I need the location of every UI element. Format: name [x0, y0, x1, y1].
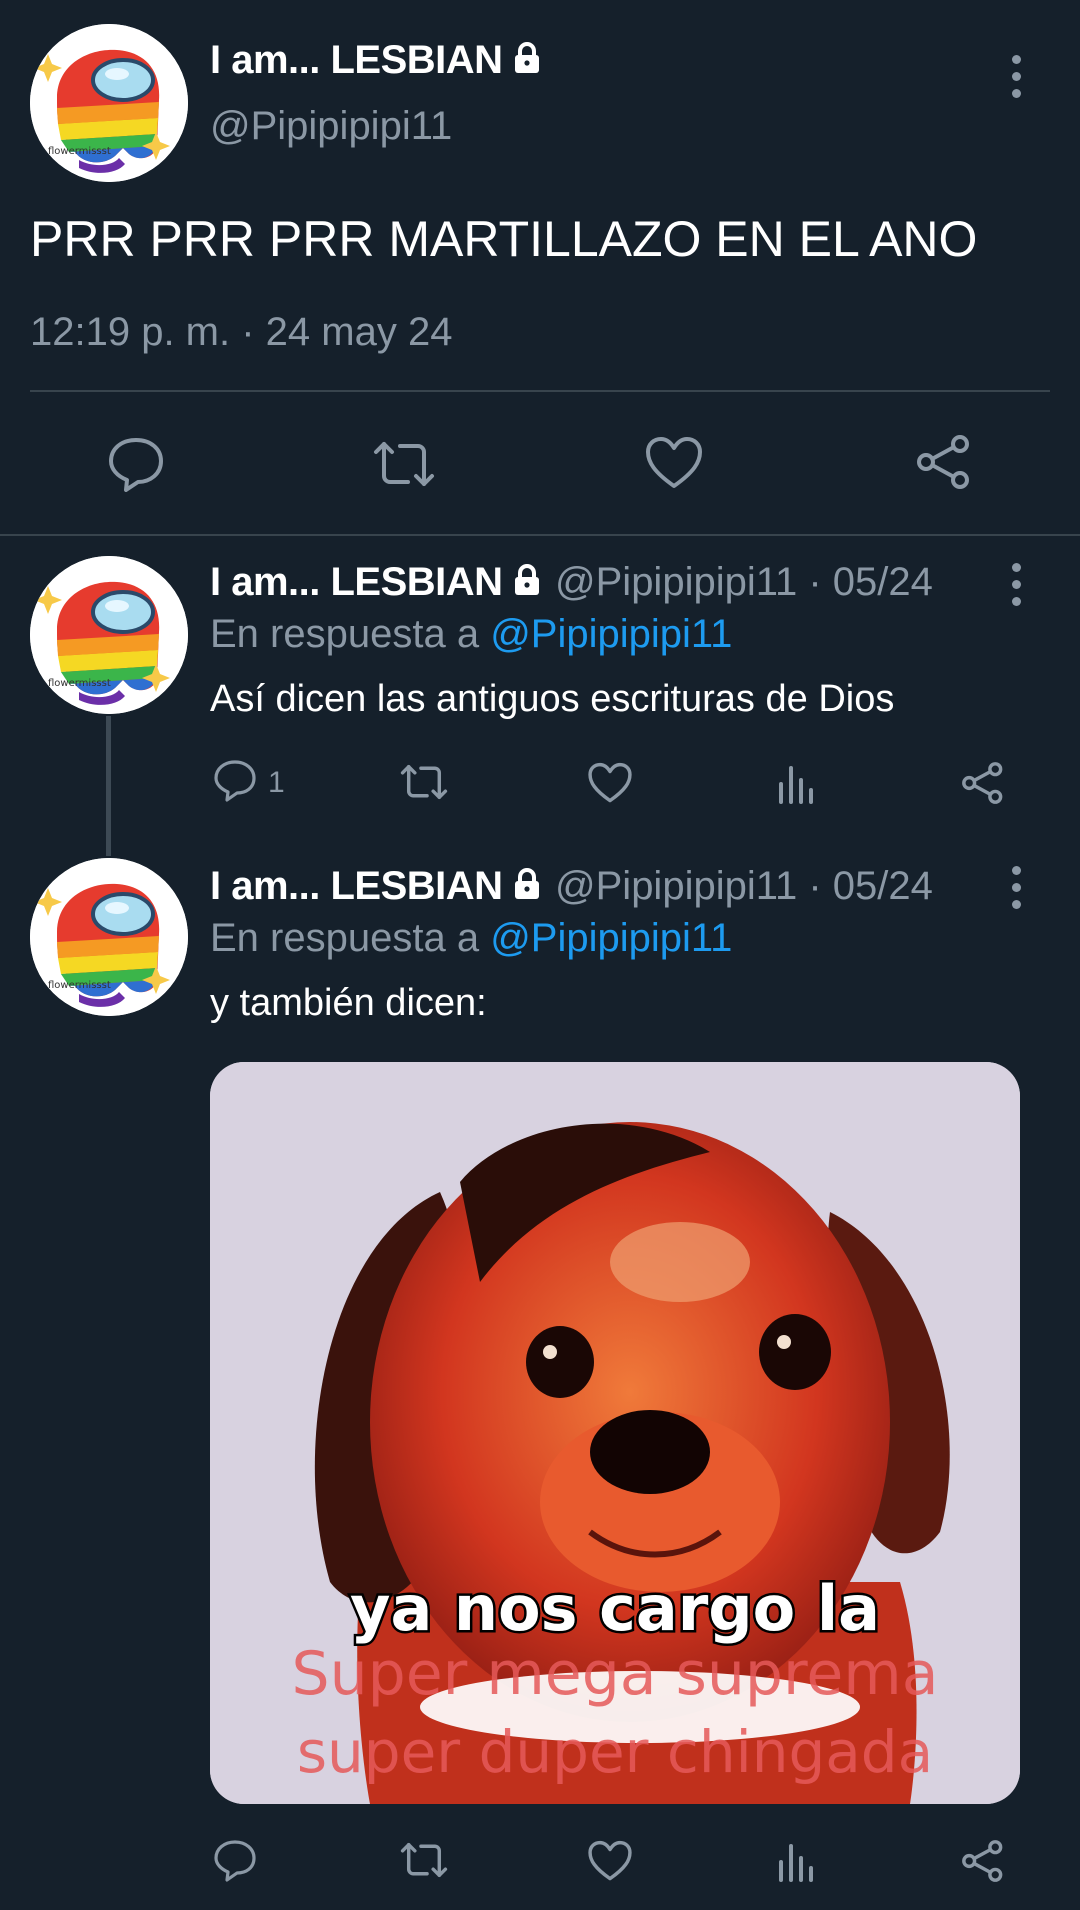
tweet-text: PRR PRR PRR MARTILLAZO EN EL ANO	[30, 211, 978, 267]
views-icon[interactable]	[777, 762, 815, 804]
avatar-caption: flowermissst	[48, 980, 111, 991]
share-icon[interactable]	[914, 432, 974, 492]
divider	[30, 390, 1050, 392]
reply-icon[interactable]	[106, 434, 166, 492]
reply-icon[interactable]	[213, 1838, 257, 1882]
handle-date[interactable]: @Pipipipipi11 · 05/24	[555, 864, 933, 908]
display-name[interactable]: I am... LESBIAN	[210, 560, 503, 604]
reply-to-link[interactable]: @Pipipipipi11	[490, 612, 732, 656]
meme-text-line1: ya nos cargo la	[350, 1572, 880, 1645]
avatar-caption: flowermissst	[48, 678, 111, 689]
lock-icon	[511, 40, 543, 85]
display-name[interactable]: I am... LESBIAN	[210, 864, 503, 908]
reply-header[interactable]: I am... LESBIAN @Pipipipipi11 · 05/24	[210, 560, 933, 605]
meme-text-line2: Super mega suprema	[292, 1639, 939, 1709]
share-icon[interactable]	[960, 760, 1006, 806]
handle-date[interactable]: @Pipipipipi11 · 05/24	[555, 560, 933, 604]
retweet-icon[interactable]	[398, 762, 450, 802]
more-options-icon[interactable]	[1007, 866, 1027, 910]
reply-context: En respuesta a @Pipipipipi11	[210, 916, 732, 961]
heart-icon[interactable]	[587, 1840, 633, 1882]
reply-icon[interactable]	[213, 758, 257, 802]
reply-prefix: En respuesta a	[210, 612, 480, 656]
reply-to-link[interactable]: @Pipipipipi11	[490, 916, 732, 960]
views-icon[interactable]	[777, 1840, 815, 1882]
handle[interactable]: @Pipipipipi11	[210, 104, 452, 149]
lock-icon	[511, 563, 543, 602]
timestamp[interactable]: 12:19 p. m. · 24 may 24	[30, 310, 452, 355]
reply-prefix: En respuesta a	[210, 916, 480, 960]
avatar-caption: flowermissst	[48, 146, 111, 157]
reply-count: 1	[268, 766, 285, 799]
tweet-text: y también dicen:	[210, 982, 487, 1024]
reply-header[interactable]: I am... LESBIAN @Pipipipipi11 · 05/24	[210, 864, 933, 909]
meme-text-line3: super duper chingada	[297, 1718, 933, 1786]
section-divider	[0, 534, 1080, 536]
lock-icon	[511, 867, 543, 906]
heart-icon[interactable]	[587, 762, 633, 804]
heart-icon[interactable]	[644, 436, 704, 490]
display-name[interactable]: I am... LESBIAN	[210, 38, 543, 85]
reply-context: En respuesta a @Pipipipipi11	[210, 612, 732, 657]
tweet-image[interactable]: ya nos cargo la Super mega suprema super…	[210, 1062, 1020, 1804]
retweet-icon[interactable]	[398, 1840, 450, 1880]
more-options-icon[interactable]	[1007, 563, 1027, 607]
avatar[interactable]: flowermissst	[30, 556, 188, 714]
avatar[interactable]: flowermissst	[30, 24, 188, 182]
more-options-icon[interactable]	[1007, 55, 1027, 99]
retweet-icon[interactable]	[370, 438, 438, 490]
share-icon[interactable]	[960, 1838, 1006, 1884]
tweet-text: Así dicen las antiguos escrituras de Dio…	[210, 678, 895, 720]
avatar[interactable]: flowermissst	[30, 858, 188, 1016]
thread-line	[106, 716, 111, 856]
display-name-text[interactable]: I am... LESBIAN	[210, 38, 503, 82]
